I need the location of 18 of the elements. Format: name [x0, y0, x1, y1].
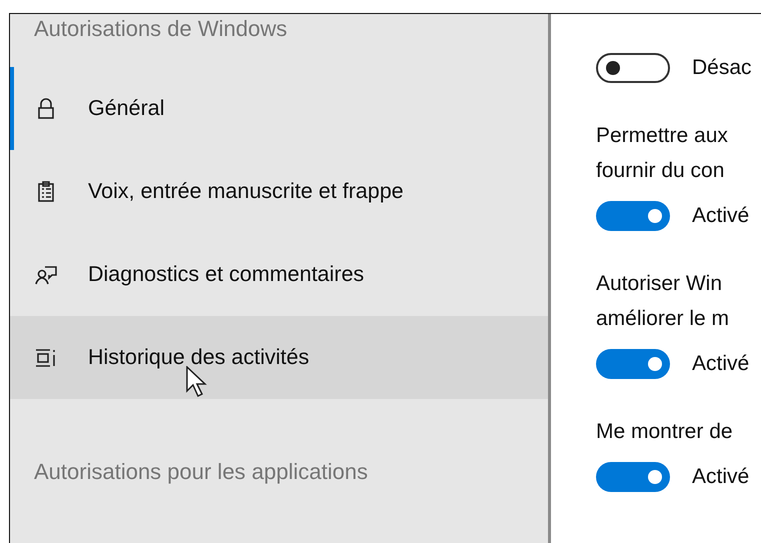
mouse-cursor-icon [186, 366, 208, 398]
sidebar-item[interactable]: Historique des activités [10, 316, 548, 399]
toggle-label: Activé [692, 352, 750, 376]
setting-description: Autoriser Win améliorer le m [596, 271, 730, 332]
section-header: Autorisations de Windows [33, 15, 288, 43]
toggle-label: Désac [692, 56, 752, 80]
setting-description: Me montrer de [596, 419, 734, 445]
toggle-switch[interactable] [596, 53, 670, 83]
toggle-switch[interactable] [596, 201, 670, 231]
section-header: Autorisations pour les applications [33, 458, 369, 486]
sidebar-item[interactable]: Général [10, 67, 548, 150]
toggle-switch[interactable] [596, 462, 670, 492]
sidebar-item[interactable]: Voix, entrée manuscrite et frappe [10, 150, 548, 233]
toggle-label: Activé [692, 204, 750, 228]
toggle-label: Activé [692, 465, 750, 489]
setting-description: Permettre aux fournir du con [596, 123, 729, 184]
toggle-switch[interactable] [596, 349, 670, 379]
sidebar-item[interactable]: Diagnostics et commentaires [10, 233, 548, 316]
